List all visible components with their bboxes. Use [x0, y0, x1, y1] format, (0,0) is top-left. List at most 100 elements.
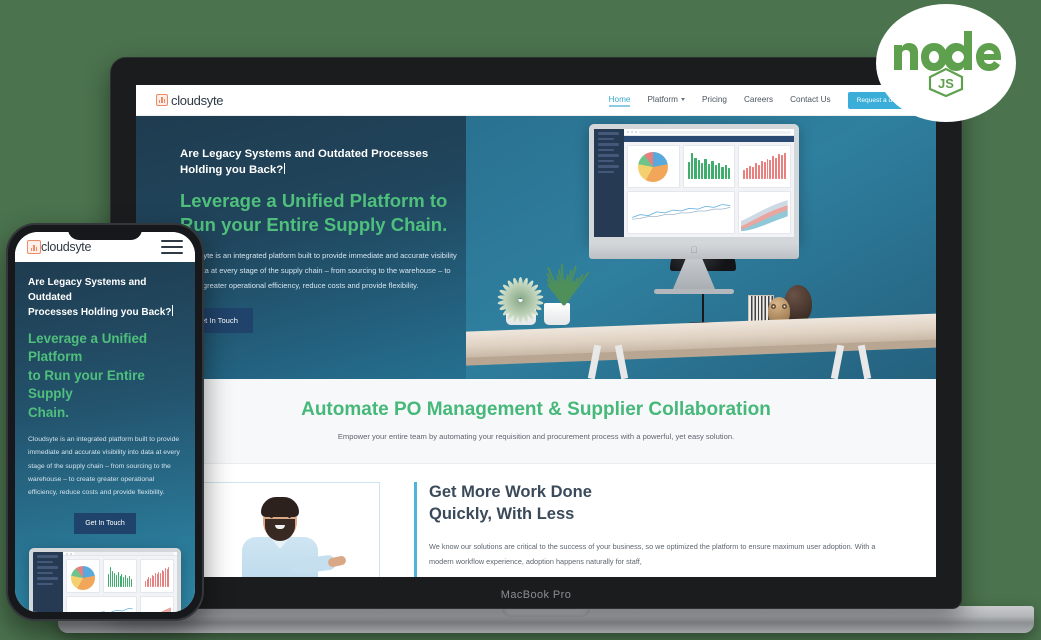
- hero-title: Leverage a Unified Platform to Run your …: [180, 189, 470, 236]
- automate-section: Automate PO Management & Supplier Collab…: [136, 379, 936, 464]
- bar: [123, 576, 125, 588]
- bar: [778, 154, 781, 179]
- mobile-hero: Are Legacy Systems and Outdated Processe…: [15, 262, 195, 612]
- imac-screen: [589, 124, 799, 242]
- work-section: Get More Work Done Quickly, With Less We…: [136, 464, 936, 577]
- chart-card-pie: [627, 145, 680, 188]
- bar: [160, 572, 161, 588]
- man-eye: [288, 515, 291, 518]
- chart-card-green-bars: [682, 145, 736, 188]
- hamburger-menu-icon[interactable]: [161, 240, 183, 254]
- bar: [757, 164, 760, 179]
- bar: [781, 155, 784, 179]
- site-navbar: cloudsyte Home Platform Pricing Careers …: [136, 85, 936, 116]
- bar: [769, 159, 772, 179]
- chart-card-area: [738, 191, 791, 234]
- bar: [111, 571, 113, 588]
- bar: [145, 580, 146, 588]
- mobile-chart-card-pie: [66, 559, 100, 594]
- mobile-dashboard-ui: [33, 552, 177, 612]
- bar: [161, 569, 163, 588]
- bar: [129, 576, 131, 588]
- work-copy: Get More Work Done Quickly, With Less We…: [414, 482, 892, 577]
- mobile-pie-chart: [71, 566, 95, 591]
- bar-chart-red: [741, 153, 788, 179]
- bar: [119, 575, 121, 588]
- macbook-pro-mockup: MacBook Pro cloudsyte Home Platform Pric…: [110, 57, 962, 609]
- nav-item-careers[interactable]: Careers: [744, 95, 773, 106]
- hero-body: Cloudsyte is an integrated platform buil…: [180, 251, 457, 290]
- bar: [724, 164, 727, 179]
- macbook-screen: cloudsyte Home Platform Pricing Careers …: [136, 85, 936, 577]
- automate-subheading: Empower your entire team by automating y…: [337, 432, 735, 441]
- grass-blades: [546, 263, 590, 306]
- work-heading: Get More Work Done Quickly, With Less: [429, 482, 892, 526]
- mobile-title-line1: Leverage a Unified Platform: [28, 330, 148, 365]
- bar-chart-icon: [27, 240, 41, 254]
- imac-chin: : [589, 242, 799, 259]
- apple-logo-icon: : [691, 246, 698, 255]
- nav-item-home[interactable]: Home: [608, 95, 630, 107]
- mobile-get-in-touch-button[interactable]: Get In Touch: [74, 513, 136, 535]
- mobile-title-line3: Chain.: [28, 404, 69, 420]
- bar: [148, 577, 150, 588]
- bar: [163, 570, 165, 588]
- bar: [691, 153, 694, 179]
- text-caret: [172, 305, 174, 316]
- bar: [150, 577, 151, 588]
- bar-chart-green: [686, 153, 733, 179]
- bar: [117, 572, 119, 588]
- nodejs-js-hexagon: JS: [928, 67, 964, 97]
- mobile-chart-card-area: [140, 596, 174, 612]
- nav-item-pricing[interactable]: Pricing: [702, 95, 727, 106]
- imac-mockup: : [589, 124, 799, 294]
- macbook-base: [58, 606, 1034, 633]
- macbook-label: MacBook Pro: [500, 589, 572, 601]
- hero-kicker: Are Legacy Systems and Outdated Processe…: [180, 147, 470, 178]
- bar: [113, 572, 115, 588]
- bar: [717, 163, 721, 179]
- chevron-down-icon: [680, 97, 685, 101]
- svg-text:JS: JS: [938, 76, 954, 91]
- site-logo[interactable]: cloudsyte: [156, 93, 224, 108]
- plant-grass: [544, 264, 590, 325]
- chart-card-red-bars: [738, 145, 791, 188]
- bar: [115, 574, 117, 588]
- pie-chart: [638, 152, 669, 182]
- bar: [155, 573, 156, 588]
- bar: [694, 158, 697, 179]
- area-chart: [741, 194, 788, 231]
- hero-photo: : [466, 116, 936, 379]
- bar: [166, 569, 168, 588]
- dashboard-cards: [624, 142, 794, 237]
- dashboard-ui: [594, 129, 794, 237]
- smiling-man-presenting: [220, 495, 347, 577]
- bar: [772, 156, 775, 179]
- bar: [775, 157, 778, 179]
- bar: [760, 161, 763, 179]
- mobile-dashboard-sidebar: [33, 552, 63, 612]
- bar: [151, 575, 153, 588]
- browser-url-bar: [639, 130, 791, 134]
- hero-kicker-line2: Holding you Back?: [180, 163, 284, 176]
- bar: [165, 568, 166, 588]
- nav-item-contact-us[interactable]: Contact Us: [790, 95, 831, 106]
- nav-item-platform[interactable]: Platform: [647, 95, 685, 106]
- bar: [714, 165, 717, 179]
- bar: [749, 165, 752, 179]
- iphone-notch: [68, 225, 142, 240]
- work-heading-line2: Quickly, With Less: [429, 504, 575, 523]
- mobile-kicker-line1: Are Legacy Systems and Outdated: [28, 277, 147, 303]
- mobile-imac-mockup: : [29, 548, 181, 612]
- bar: [109, 567, 111, 588]
- mobile-hero-kicker: Are Legacy Systems and Outdated Processe…: [28, 276, 182, 321]
- mobile-chart-card-green-bars: [103, 559, 137, 594]
- site-nav-links: Home Platform Pricing Careers Contact Us…: [608, 91, 914, 109]
- bar: [127, 577, 129, 588]
- bar: [704, 159, 707, 179]
- bar: [707, 164, 711, 179]
- man-hair: [261, 497, 299, 517]
- bar: [156, 574, 158, 588]
- nodejs-badge: JS: [876, 4, 1016, 122]
- bar: [153, 576, 155, 588]
